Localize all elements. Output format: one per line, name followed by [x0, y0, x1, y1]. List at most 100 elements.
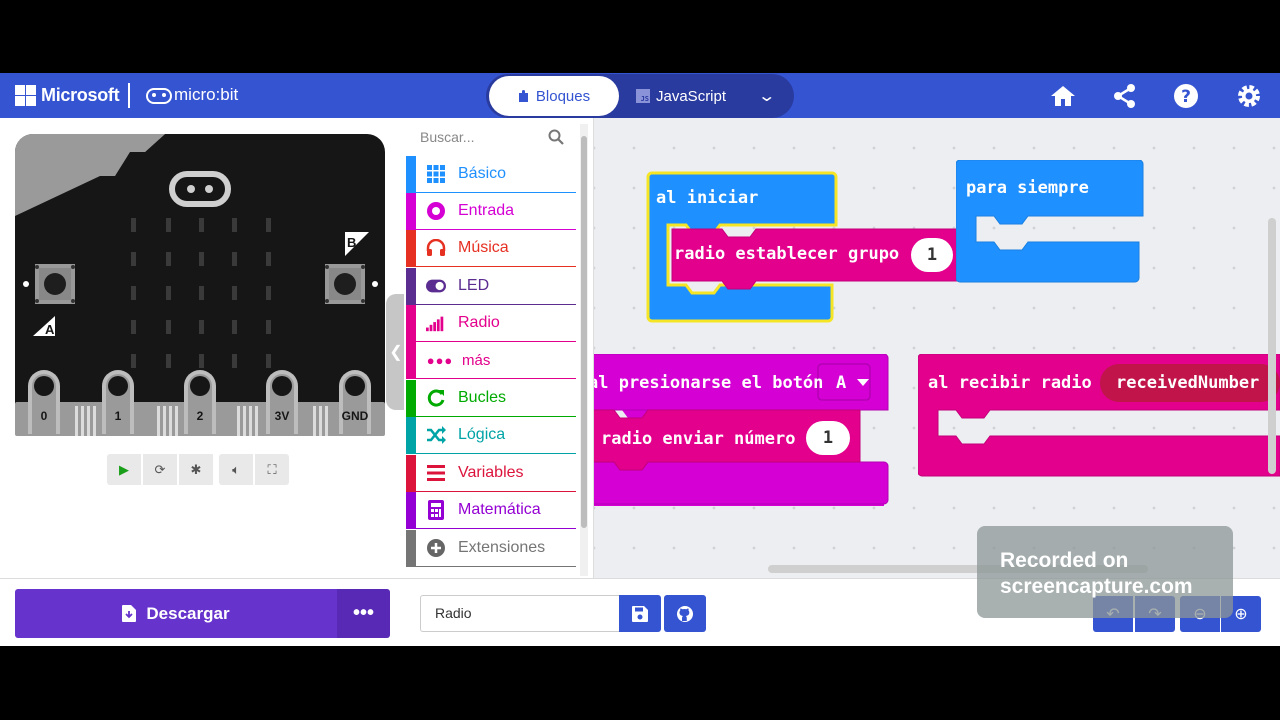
chevron-left-icon[interactable]: ❮: [386, 294, 406, 410]
dropdown-caret-icon[interactable]: [857, 379, 869, 387]
blocks-workspace[interactable]: al iniciar radio establecer grupo 1 para…: [594, 118, 1280, 578]
category-label: más: [462, 351, 491, 369]
category-entrada[interactable]: Entrada: [406, 193, 576, 230]
refresh-icon: [426, 388, 446, 408]
pin-2[interactable]: 2: [184, 370, 216, 434]
more-dots-icon: ●●●: [426, 352, 454, 368]
send-value-input[interactable]: 1: [806, 421, 850, 455]
category-led[interactable]: LED: [406, 268, 576, 305]
microbit-board[interactable]: A B 0 1 2 3V GND: [15, 134, 385, 436]
project-name-input[interactable]: Radio: [420, 595, 619, 632]
radio-button-icon: [426, 201, 446, 221]
grid-icon: [426, 164, 446, 184]
toolbox-scrollbar[interactable]: [580, 124, 588, 576]
pin-1[interactable]: 1: [102, 370, 134, 434]
share-icon[interactable]: [1111, 82, 1139, 110]
js-icon: JS: [636, 89, 650, 103]
pin-label: 0: [41, 409, 48, 423]
add-circle-icon: [426, 538, 446, 558]
download-label: Descargar: [146, 603, 230, 623]
debug-icon[interactable]: ✱: [179, 454, 213, 485]
settings-icon[interactable]: [1235, 82, 1263, 110]
category-label: Básico: [458, 165, 507, 182]
button-dropdown[interactable]: A: [836, 373, 846, 393]
radio-set-group-label: radio establecer grupo: [674, 244, 900, 264]
category-label: Bucles: [458, 389, 507, 406]
category-radio[interactable]: Radio: [406, 305, 576, 342]
category-label: Lógica: [458, 426, 506, 443]
watermark-line-1: Recorded on: [1000, 549, 1129, 572]
received-number-variable[interactable]: receivedNumber: [1116, 373, 1259, 393]
on-radio-received-label: al recibir radio: [928, 373, 1092, 393]
category-matematica[interactable]: Matemática: [406, 492, 576, 529]
shuffle-icon: [426, 425, 446, 445]
signal-icon: [426, 313, 446, 333]
download-button[interactable]: Descargar: [15, 589, 337, 638]
tab-javascript-label: JavaScript: [656, 87, 727, 105]
category-label: Variables: [458, 464, 524, 481]
category-label: LED: [458, 277, 490, 294]
github-button[interactable]: [664, 595, 706, 632]
tab-blocks[interactable]: Bloques: [489, 76, 619, 116]
pin-label: 1: [115, 409, 122, 423]
category-label: Música: [458, 239, 509, 256]
download-file-icon: [122, 605, 137, 622]
header-divider: [128, 83, 130, 108]
save-button[interactable]: [619, 595, 661, 632]
simulator-controls: ▶ ⟳ ✱ 🔈︎ ⛶: [107, 454, 289, 485]
microbit-brand: micro:bit: [174, 85, 239, 104]
svg-text:?: ?: [1181, 87, 1191, 107]
pin-0[interactable]: 0: [28, 370, 60, 434]
category-bucles[interactable]: Bucles: [406, 380, 576, 417]
category-label: Radio: [458, 314, 500, 331]
workspace-vscrollbar[interactable]: [1268, 218, 1276, 474]
pin-label: 3V: [275, 409, 290, 423]
category-mas[interactable]: ●●● más: [406, 342, 576, 379]
chevron-down-icon[interactable]: ⌄: [757, 86, 776, 106]
mute-icon[interactable]: 🔈︎: [219, 454, 253, 485]
tab-blocks-label: Bloques: [535, 87, 591, 105]
microsoft-brand: Microsoft: [41, 85, 120, 105]
help-icon[interactable]: ?: [1172, 82, 1200, 110]
pin-3v[interactable]: 3V: [266, 370, 298, 434]
pin-label: GND: [342, 409, 369, 423]
restart-icon[interactable]: ⟳: [143, 454, 177, 485]
save-icon: [632, 605, 648, 622]
button-a-label: A: [45, 322, 55, 337]
group-value-input[interactable]: 1: [911, 238, 953, 272]
radio-send-number-label: radio enviar número: [601, 429, 796, 449]
button-a[interactable]: [35, 264, 75, 304]
play-icon[interactable]: ▶: [107, 454, 141, 485]
home-icon[interactable]: [1049, 82, 1077, 110]
category-label: Matemática: [458, 501, 541, 518]
category-musica[interactable]: Música: [406, 230, 576, 267]
on-button-pressed-label: al presionarse el botón: [594, 373, 824, 393]
category-label: Entrada: [458, 202, 515, 219]
button-b-label: B: [347, 235, 356, 250]
puzzle-icon: [518, 90, 528, 102]
tab-javascript[interactable]: JS JavaScript: [636, 76, 746, 116]
toolbox: Buscar... Básico Entrada Música LED Radi…: [404, 118, 594, 578]
recording-watermark: Recorded on screencapture.com: [977, 526, 1233, 618]
more-options-button[interactable]: •••: [337, 589, 390, 638]
category-basico[interactable]: Básico: [406, 156, 576, 193]
category-extensiones[interactable]: Extensiones: [406, 530, 576, 567]
app-header: Microsoft micro:bit Bloques JS JavaScrip…: [0, 73, 1280, 118]
search-icon[interactable]: [548, 129, 564, 145]
simulator-panel: A B 0 1 2 3V GND ▶ ⟳ ✱ 🔈︎ ⛶: [0, 118, 404, 578]
list-icon: [426, 463, 446, 483]
pin-gnd[interactable]: GND: [339, 370, 371, 434]
on-start-label: al iniciar: [656, 188, 759, 208]
editor-toggle: Bloques JS JavaScript ⌄: [486, 74, 794, 118]
category-label: Extensiones: [458, 539, 546, 556]
category-variables[interactable]: Variables: [406, 455, 576, 492]
forever-label: para siempre: [966, 178, 1089, 198]
microsoft-logo-icon: [15, 85, 36, 106]
category-logica[interactable]: Lógica: [406, 417, 576, 454]
button-b[interactable]: [325, 264, 365, 304]
microbit-logo-icon: [146, 88, 172, 104]
toggle-icon: [426, 276, 446, 296]
pin-label: 2: [197, 409, 204, 423]
watermark-line-2: screencapture.com: [1000, 575, 1193, 598]
fullscreen-icon[interactable]: ⛶: [255, 454, 289, 485]
